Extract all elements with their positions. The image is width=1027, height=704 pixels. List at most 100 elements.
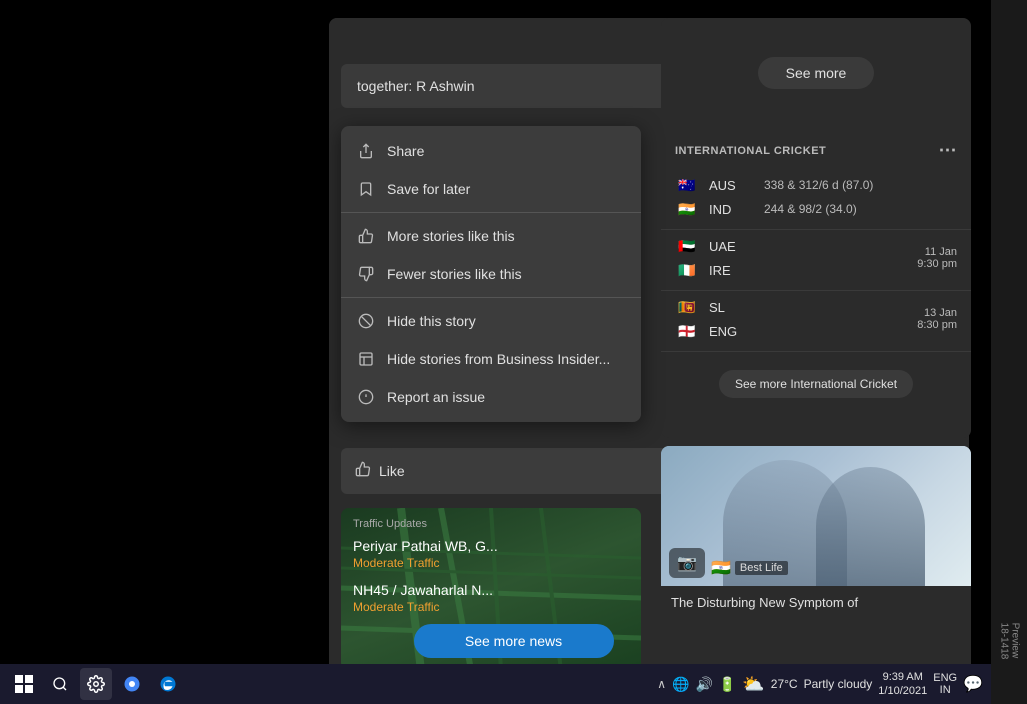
news-source-flag: 🇮🇳: [711, 558, 731, 578]
language-region[interactable]: ENG IN: [933, 672, 957, 696]
taskbar-right: ∧ 🌐 🔊 🔋 ⛅ 27°C Partly cloudy 9:39 AM 1/1…: [657, 670, 983, 699]
menu-divider-1: [341, 212, 641, 213]
menu-label-hide-source: Hide stories from Business Insider...: [387, 351, 610, 367]
top-story-text: together: R Ashwin: [357, 78, 475, 94]
see-more-cricket-container: See more International Cricket: [661, 352, 971, 414]
hide-source-icon: [357, 350, 375, 368]
aus-score: 338 & 312/6 d (87.0): [764, 178, 957, 192]
see-more-news-label: See more news: [465, 633, 562, 649]
see-more-cricket-button[interactable]: See more International Cricket: [719, 370, 913, 398]
hide-icon: [357, 312, 375, 330]
news-card[interactable]: 📷 🇮🇳 Best Life The Disturbing New Sympto…: [661, 446, 971, 676]
news-source-name: Best Life: [735, 561, 788, 575]
search-icon: [52, 676, 68, 692]
menu-label-report: Report an issue: [387, 389, 485, 405]
match-row-aus: 🇦🇺 AUS 338 & 312/6 d (87.0): [675, 173, 957, 197]
traffic-status-2: Moderate Traffic: [353, 600, 629, 614]
menu-label-share: Share: [387, 143, 424, 159]
news-title: The Disturbing New Symptom of: [661, 586, 971, 620]
menu-item-hide-source[interactable]: Hide stories from Business Insider...: [341, 340, 641, 378]
report-icon: [357, 388, 375, 406]
weather-icon: ⛅: [742, 674, 764, 695]
bookmark-icon: [357, 180, 375, 198]
menu-item-report[interactable]: Report an issue: [341, 378, 641, 416]
see-more-button[interactable]: See more: [758, 57, 875, 89]
menu-label-save: Save for later: [387, 181, 470, 197]
search-button[interactable]: [44, 668, 76, 700]
ind-code: IND: [709, 202, 754, 217]
temperature: 27°C: [771, 677, 798, 691]
see-more-card: See more: [661, 18, 971, 128]
match-row-ind: 🇮🇳 IND 244 & 98/2 (34.0): [675, 197, 957, 221]
thumbup-icon: [357, 227, 375, 245]
ind-score: 244 & 98/2 (34.0): [764, 202, 957, 216]
match-row-sl: 🇱🇰 SL: [675, 295, 917, 319]
cricket-panel: INTERNATIONAL CRICKET ⋯ 🇦🇺 AUS 338 & 312…: [661, 128, 971, 438]
cricket-match-2[interactable]: 🇦🇪 UAE 🇮🇪 IRE 11 Jan 9:30 pm: [661, 230, 971, 291]
match-row-uae: 🇦🇪 UAE: [675, 234, 917, 258]
match-2-time: 11 Jan 9:30 pm: [917, 246, 957, 270]
region-label: IN: [933, 684, 957, 696]
ind-flag: 🇮🇳: [675, 201, 699, 217]
share-icon: [357, 142, 375, 160]
traffic-info: Traffic Updates Periyar Pathai WB, G... …: [353, 518, 629, 614]
menu-label-hide: Hide this story: [387, 313, 476, 329]
preview-label: Preview 18-1418: [998, 623, 1020, 660]
match-row-eng: 🏴󠁧󠁢󠁥󠁮󠁧󠁿 ENG: [675, 319, 917, 343]
camera-icon: 📷: [669, 548, 705, 578]
news-image: 📷 🇮🇳 Best Life: [661, 446, 971, 586]
weather-condition: Partly cloudy: [804, 677, 873, 691]
see-more-news-bar[interactable]: See more news: [414, 624, 614, 658]
cricket-match-1[interactable]: 🇦🇺 AUS 338 & 312/6 d (87.0) 🇮🇳 IND 244 &…: [661, 169, 971, 230]
edge-logo: [159, 675, 177, 693]
notification-icon[interactable]: 💬: [963, 674, 983, 694]
menu-item-share[interactable]: Share: [341, 132, 641, 170]
battery-icon[interactable]: 🔋: [719, 676, 736, 693]
cricket-header: INTERNATIONAL CRICKET ⋯: [661, 128, 971, 169]
uae-flag: 🇦🇪: [675, 238, 699, 254]
taskbar-settings-icon[interactable]: [80, 668, 112, 700]
preview-panel: Preview 18-1418: [991, 0, 1027, 704]
cricket-more-icon[interactable]: ⋯: [939, 140, 958, 161]
uae-code: UAE: [709, 239, 754, 254]
eng-code: ENG: [709, 324, 754, 339]
systray-chevron[interactable]: ∧: [657, 677, 666, 691]
menu-item-hide[interactable]: Hide this story: [341, 302, 641, 340]
menu-label-fewer-like: Fewer stories like this: [387, 266, 522, 282]
match-row-ire: 🇮🇪 IRE: [675, 258, 917, 282]
cricket-section-label: INTERNATIONAL CRICKET: [675, 145, 826, 157]
start-button[interactable]: [8, 668, 40, 700]
network-icon[interactable]: 🌐: [672, 676, 689, 693]
aus-code: AUS: [709, 178, 754, 193]
taskbar-edge-icon[interactable]: [152, 668, 184, 700]
taskbar-chrome-icon[interactable]: [116, 668, 148, 700]
traffic-status-1: Moderate Traffic: [353, 556, 629, 570]
sl-code: SL: [709, 300, 754, 315]
menu-item-fewer-like[interactable]: Fewer stories like this: [341, 255, 641, 293]
ire-code: IRE: [709, 263, 754, 278]
cricket-match-3[interactable]: 🇱🇰 SL 🏴󠁧󠁢󠁥󠁮󠁧󠁿 ENG 13 Jan 8:30 pm: [661, 291, 971, 352]
context-menu: Share Save for later More stories like t…: [341, 126, 641, 422]
chrome-logo: [123, 675, 141, 693]
menu-item-more-like[interactable]: More stories like this: [341, 217, 641, 255]
thumbdown-icon: [357, 265, 375, 283]
taskbar-clock[interactable]: 9:39 AM 1/10/2021: [878, 670, 927, 699]
traffic-title-1: Periyar Pathai WB, G...: [353, 538, 629, 554]
aus-flag: 🇦🇺: [675, 177, 699, 193]
traffic-title-2: NH45 / Jawaharlal N...: [353, 582, 629, 598]
menu-divider-2: [341, 297, 641, 298]
taskbar: ∧ 🌐 🔊 🔋 ⛅ 27°C Partly cloudy 9:39 AM 1/1…: [0, 664, 991, 704]
match-2-teams: 🇦🇪 UAE 🇮🇪 IRE: [675, 234, 917, 282]
sl-flag: 🇱🇰: [675, 299, 699, 315]
clock-date: 1/10/2021: [878, 684, 927, 698]
menu-item-save[interactable]: Save for later: [341, 170, 641, 208]
volume-icon[interactable]: 🔊: [695, 676, 712, 693]
clock-time: 9:39 AM: [878, 670, 927, 684]
menu-label-more-like: More stories like this: [387, 228, 515, 244]
gear-icon: [87, 675, 105, 693]
like-icon: [355, 461, 371, 482]
eng-flag: 🏴󠁧󠁢󠁥󠁮󠁧󠁿: [675, 323, 699, 339]
traffic-category: Traffic Updates: [353, 518, 629, 530]
person-silhouette-2: [816, 467, 925, 586]
like-label[interactable]: Like: [379, 463, 405, 479]
